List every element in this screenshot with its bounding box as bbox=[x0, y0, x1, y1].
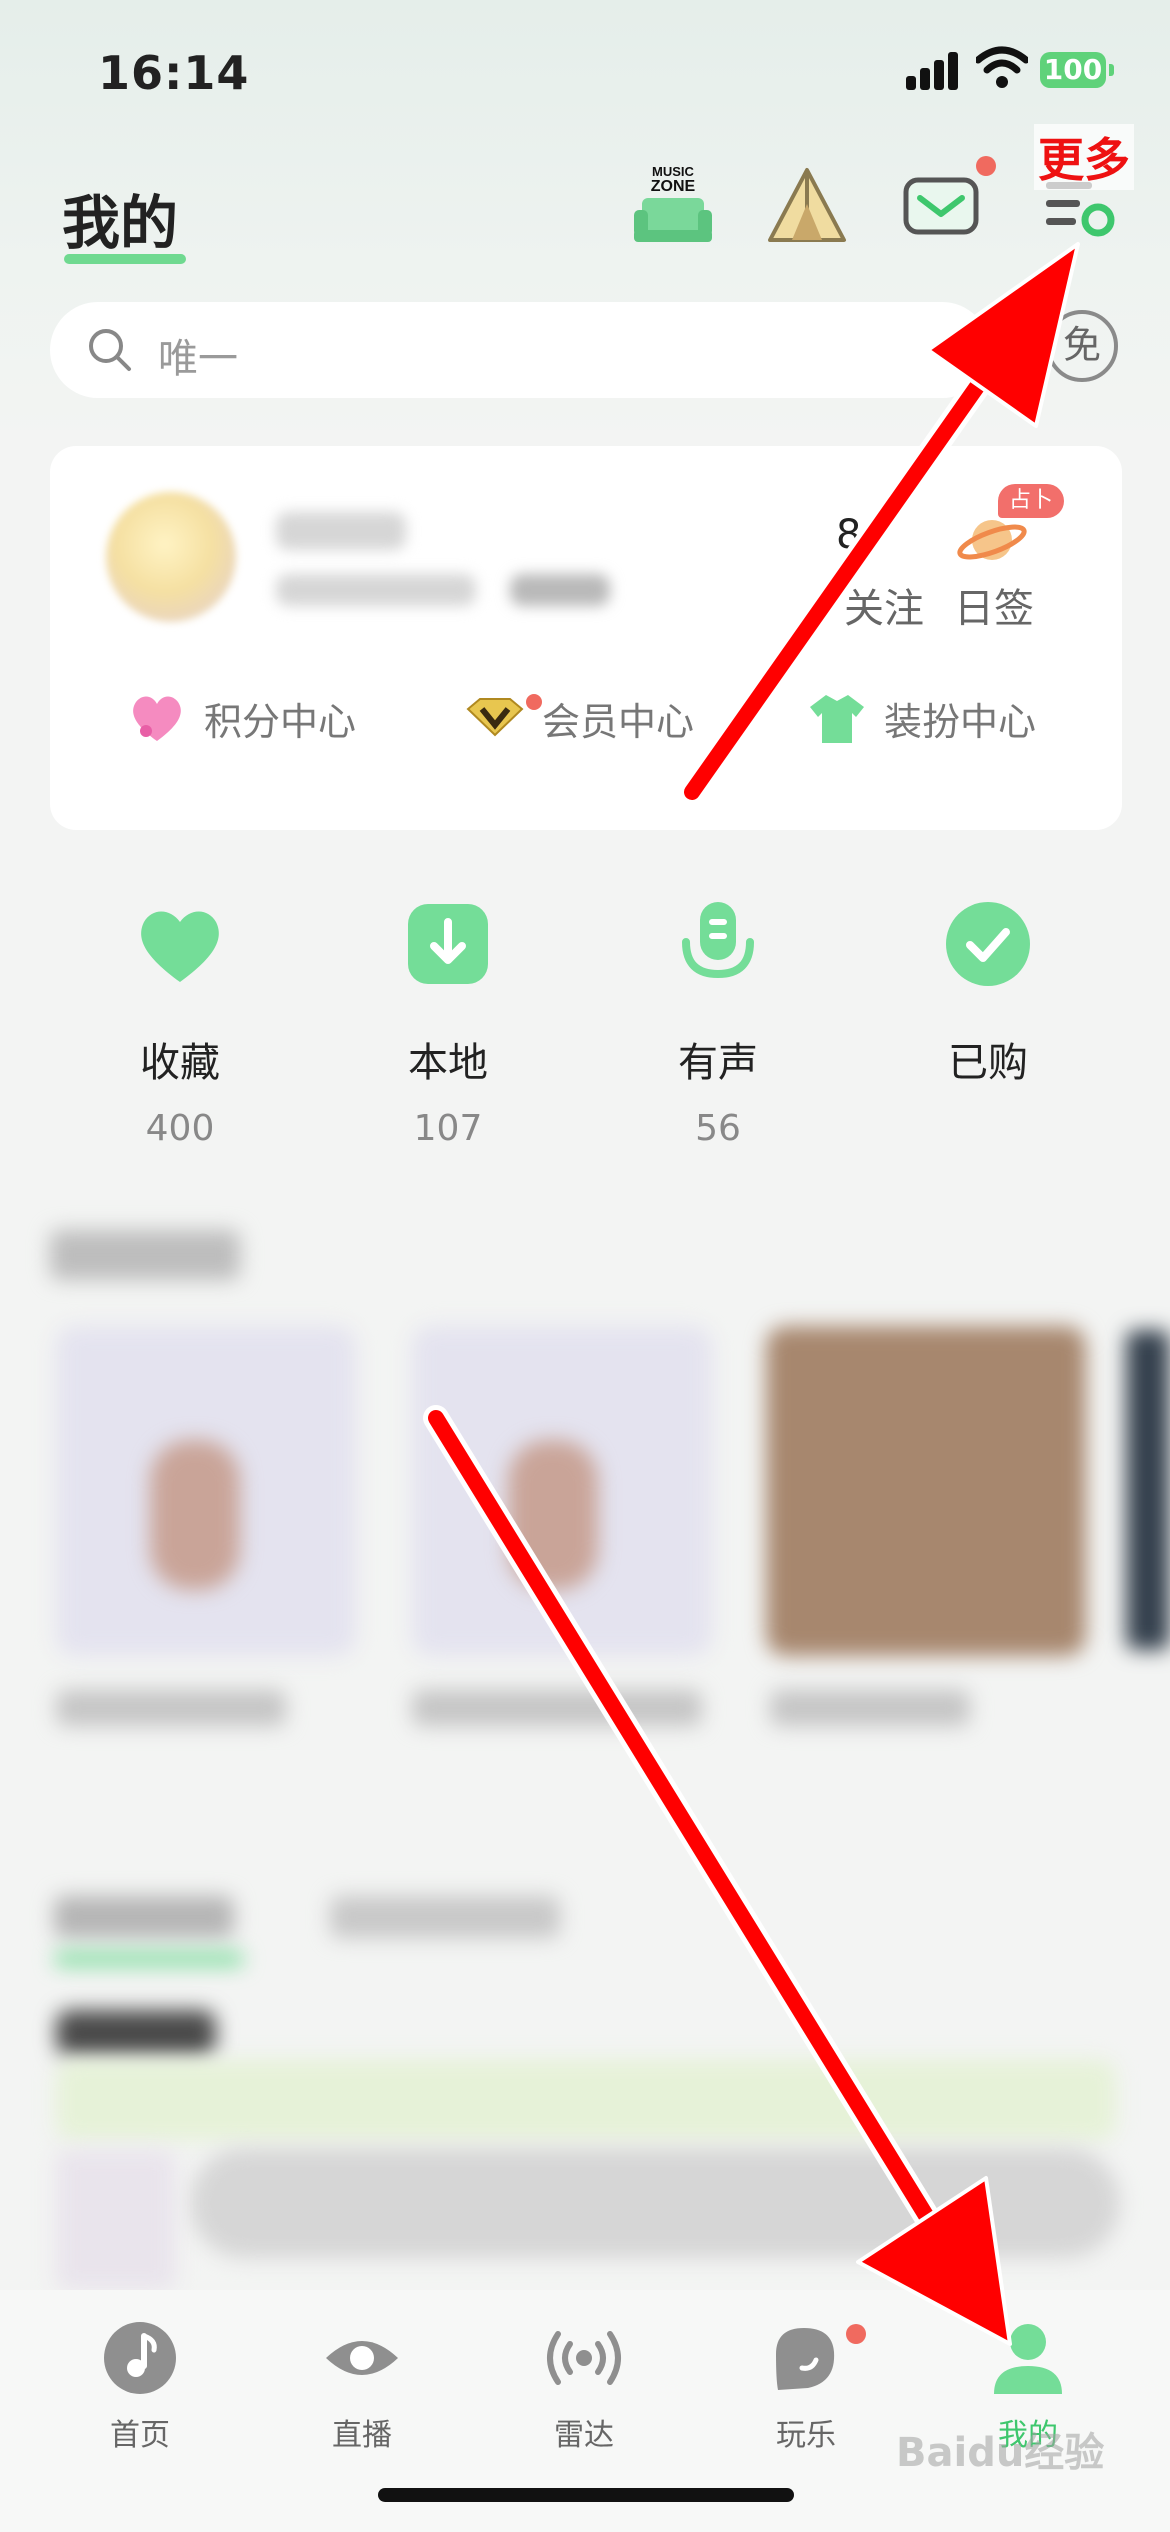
arrow-to-more-icon bbox=[679, 242, 1080, 805]
annotation-arrows bbox=[423, 242, 1080, 2346]
arrow-to-mine-tab bbox=[423, 1405, 1012, 2346]
